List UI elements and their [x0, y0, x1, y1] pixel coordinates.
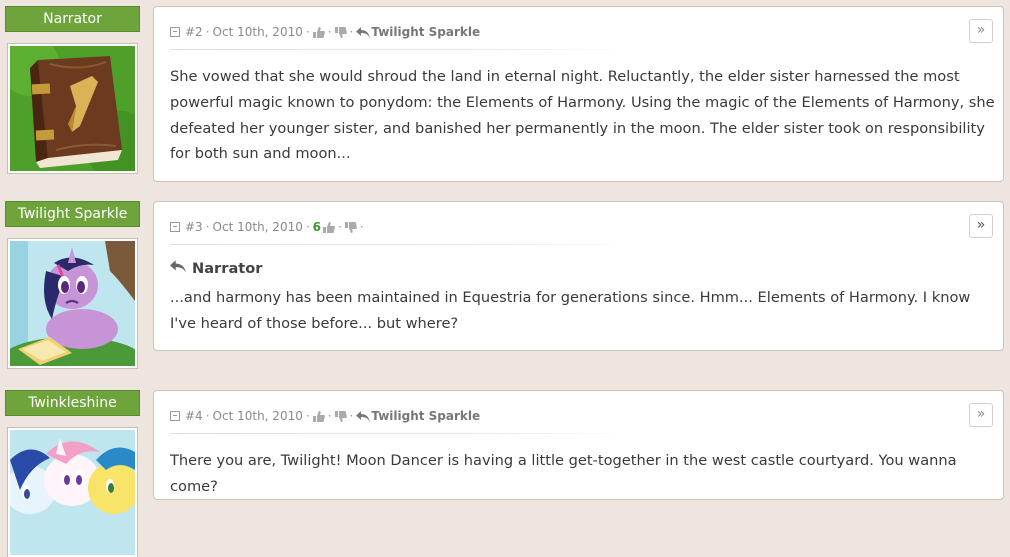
reply-arrow-icon: [170, 260, 186, 277]
post-card: #4 · Oct 10th, 2010 · · · Twilight Spark…: [153, 390, 1004, 500]
meta-divider: [170, 244, 630, 245]
meta-divider: [170, 433, 630, 434]
thumbs-down-icon[interactable]: [334, 25, 347, 39]
meta-separator: ·: [305, 409, 310, 423]
post-number[interactable]: #3: [185, 220, 203, 234]
meta-separator: ·: [349, 25, 354, 39]
post-meta: #3 · Oct 10th, 2010 · 6 · ·: [170, 219, 367, 235]
post-date: Oct 10th, 2010: [212, 25, 303, 39]
avatar-twilight-sparkle[interactable]: [8, 239, 137, 368]
reply-arrow-icon: [356, 25, 371, 39]
post-date: Oct 10th, 2010: [212, 220, 303, 234]
goto-post-button[interactable]: »: [969, 19, 993, 43]
post-body: There you are, Twilight! Moon Dancer is …: [170, 452, 957, 495]
avatar-narrator[interactable]: [8, 44, 137, 173]
post-score: 6: [312, 220, 322, 234]
post-body: She vowed that she would shroud the land…: [170, 68, 995, 163]
meta-separator: ·: [327, 409, 332, 423]
post-card: #3 · Oct 10th, 2010 · 6 · · » Narrator .…: [153, 201, 1004, 351]
author-name-tag[interactable]: Narrator: [5, 6, 140, 32]
goto-post-button[interactable]: »: [969, 403, 993, 427]
meta-separator: ·: [205, 409, 210, 423]
post-number[interactable]: #2: [185, 25, 203, 39]
thumbs-up-icon[interactable]: [312, 409, 325, 423]
thumbs-up-icon[interactable]: [323, 220, 335, 234]
reply-to-link[interactable]: Twilight Sparkle: [371, 409, 480, 423]
quote-header: Narrator: [170, 260, 263, 277]
meta-separator: ·: [327, 25, 332, 39]
post-meta: #2 · Oct 10th, 2010 · · · Twilight Spark…: [170, 24, 480, 40]
reply-arrow-icon: [356, 409, 371, 423]
meta-separator: ·: [305, 220, 310, 234]
reply-to-link[interactable]: Twilight Sparkle: [371, 25, 480, 39]
post-meta: #4 · Oct 10th, 2010 · · · Twilight Spark…: [170, 408, 480, 424]
post-number[interactable]: #4: [185, 409, 203, 423]
meta-separator: ·: [338, 220, 342, 234]
meta-separator: ·: [205, 220, 210, 234]
thumbs-up-icon[interactable]: [312, 25, 325, 39]
collapse-icon[interactable]: [170, 222, 180, 232]
meta-separator: ·: [349, 409, 354, 423]
meta-divider: [170, 49, 630, 50]
goto-post-button[interactable]: »: [969, 214, 993, 238]
post-card: #2 · Oct 10th, 2010 · · · Twilight Spark…: [153, 6, 1004, 182]
thumbs-down-icon[interactable]: [334, 409, 347, 423]
post-date: Oct 10th, 2010: [212, 409, 303, 423]
meta-separator: ·: [305, 25, 310, 39]
thumbs-down-icon[interactable]: [344, 220, 357, 234]
author-name-tag[interactable]: Twinkleshine: [5, 390, 140, 416]
collapse-icon[interactable]: [170, 411, 180, 421]
collapse-icon[interactable]: [170, 27, 180, 37]
author-name-tag[interactable]: Twilight Sparkle: [5, 201, 140, 227]
quote-author-link[interactable]: Narrator: [192, 260, 263, 277]
meta-separator: ·: [359, 220, 364, 234]
post-body: ...and harmony has been maintained in Eq…: [170, 289, 971, 332]
meta-separator: ·: [205, 25, 210, 39]
